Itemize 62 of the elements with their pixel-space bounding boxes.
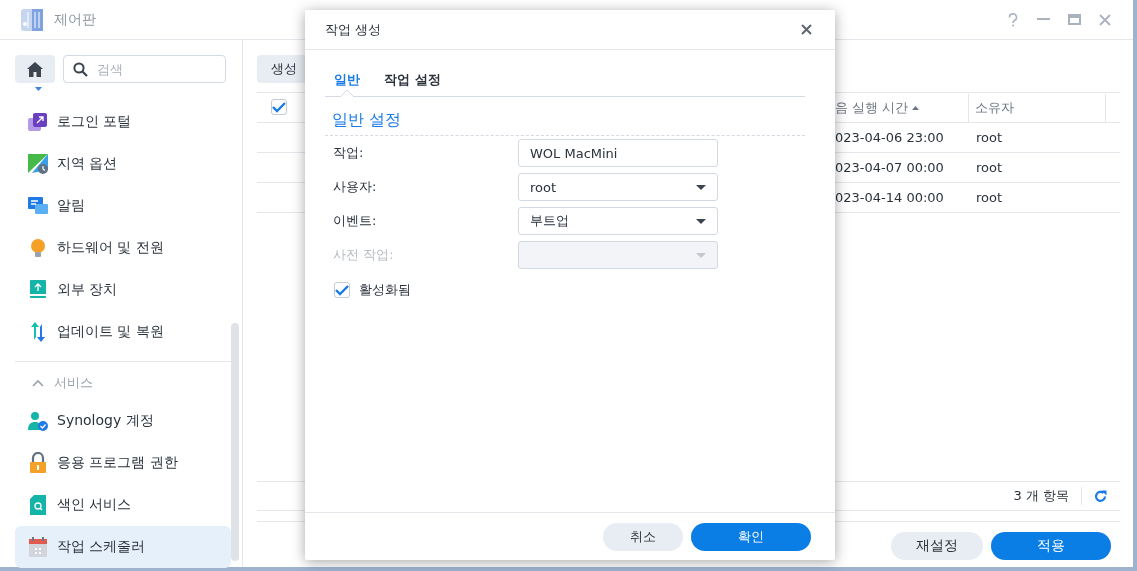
close-icon[interactable] — [801, 24, 812, 35]
dropdown[interactable]: 부트업 — [518, 207, 718, 235]
search-field[interactable]: 검색 — [63, 55, 226, 83]
section-title: 일반 설정 — [332, 110, 402, 131]
field-label: 작업: — [333, 144, 365, 162]
cancel-button[interactable]: 취소 — [603, 522, 683, 551]
window-title: 제어판 — [54, 10, 96, 29]
minimize-icon[interactable] — [1037, 18, 1050, 21]
padlock-icon — [27, 452, 49, 474]
maximize-icon[interactable] — [1068, 14, 1081, 25]
control-panel-icon — [20, 7, 44, 32]
sidebar-item[interactable]: 작업 스케줄러 — [15, 526, 231, 568]
sidebar-item[interactable]: 하드웨어 및 전원 — [15, 227, 231, 269]
map-clock-icon — [27, 153, 49, 175]
field-label: 사용자: — [333, 178, 378, 196]
sort-arrow-icon — [912, 105, 920, 110]
tab[interactable]: 작업 설정 — [384, 64, 441, 96]
portal-icon — [27, 111, 49, 133]
input-field[interactable]: WOL MacMini — [518, 139, 718, 167]
checkbox[interactable] — [334, 282, 350, 298]
apply-button[interactable]: 적용 — [991, 532, 1111, 560]
field-label: 사전 작업: — [333, 246, 395, 264]
user-check-icon — [27, 410, 49, 432]
tab[interactable]: 일반 — [334, 64, 360, 96]
search-icon — [73, 62, 88, 77]
sidebar-item[interactable]: 지역 옵션 — [15, 143, 231, 185]
dialog-title: 작업 생성 — [325, 20, 382, 39]
calendar-icon — [27, 536, 49, 558]
table-cell: root — [976, 160, 1003, 175]
table-cell: 023-04-06 23:00 — [835, 130, 944, 145]
chevron-up-icon — [32, 379, 44, 387]
sidebar-item[interactable]: Synology 계정 — [15, 400, 231, 442]
caret-icon — [696, 184, 706, 190]
refresh-icon[interactable] — [1094, 489, 1107, 503]
checkbox-label: 활성화됨 — [359, 281, 411, 299]
caret-icon — [35, 87, 42, 91]
column-header[interactable]: 소유자 — [969, 93, 1106, 122]
document-search-icon — [27, 494, 49, 516]
table-cell: 023-04-07 00:00 — [835, 160, 944, 175]
chat-icon — [27, 195, 49, 217]
checkbox[interactable] — [271, 99, 287, 116]
confirm-button[interactable]: 확인 — [691, 522, 811, 551]
sidebar-item[interactable]: 응용 프로그램 권한 — [15, 442, 231, 484]
reset-button[interactable]: 재설정 — [891, 532, 983, 560]
caret-icon — [696, 252, 706, 258]
upload-drive-icon — [27, 279, 49, 301]
sidebar-item[interactable]: 로그인 포털 — [15, 101, 231, 143]
caret-icon — [696, 218, 706, 224]
table-cell: root — [976, 130, 1003, 145]
help-icon[interactable] — [1007, 12, 1019, 27]
sidebar-item[interactable]: 알림 — [15, 185, 231, 227]
dropdown[interactable]: root — [518, 173, 718, 201]
table-cell: root — [976, 190, 1003, 205]
home-icon — [27, 61, 43, 77]
table-cell: 023-04-14 00:00 — [835, 190, 944, 205]
sidebar-item[interactable]: 외부 장치 — [15, 269, 231, 311]
sidebar-item[interactable]: 업데이트 및 복원 — [15, 311, 231, 353]
field-label: 이벤트: — [333, 212, 378, 230]
scrollbar[interactable] — [231, 323, 239, 561]
item-count: 3 개 항목 — [1013, 487, 1069, 505]
home-button[interactable] — [15, 55, 55, 83]
sidebar-item[interactable]: 색인 서비스 — [15, 484, 231, 526]
